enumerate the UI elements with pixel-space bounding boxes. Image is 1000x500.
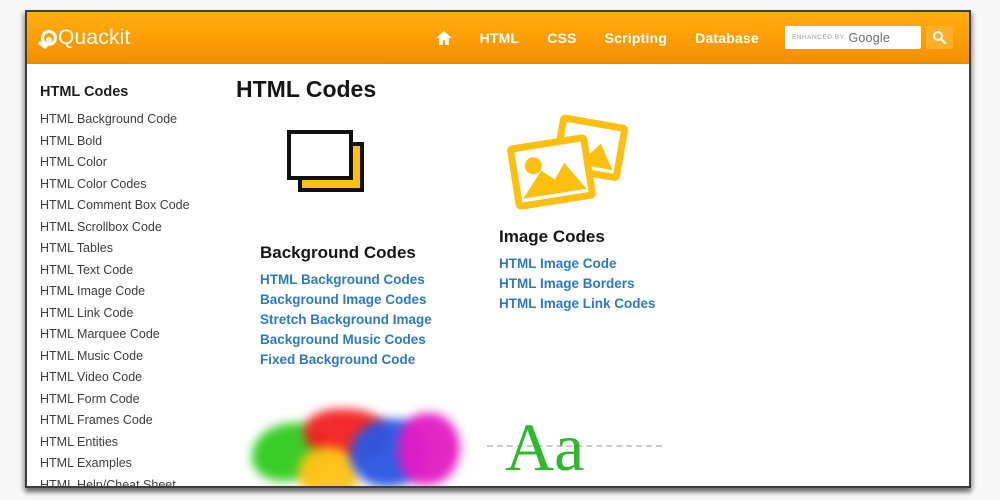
page-frame: Quackit HTML CSS Scripting Database ENHA… — [25, 10, 971, 488]
sidebar-item-tables[interactable]: HTML Tables — [40, 241, 113, 255]
nav-item-database[interactable]: Database — [695, 30, 759, 46]
home-nav-link[interactable] — [435, 30, 452, 45]
content-area: HTML Codes HTML Background Code HTML Bol… — [27, 64, 969, 487]
list-item: HTML Form Code — [40, 392, 236, 406]
list-item: HTML Marquee Code — [40, 327, 236, 341]
photo-frames-icon — [507, 114, 629, 210]
sidebar-item-frames-code[interactable]: HTML Frames Code — [40, 413, 153, 427]
site-search: ENHANCED BY Google — [785, 26, 953, 49]
image-codes-icon-area — [499, 113, 819, 217]
list-item: HTML Image Code — [40, 284, 236, 298]
text-sample-icon: Aa — [487, 409, 662, 486]
main-nav: HTML CSS Scripting Database — [435, 30, 759, 46]
main-content: HTML Codes Background Codes HTML Backgro… — [236, 64, 969, 486]
list-item: HTML Image Code — [499, 257, 819, 271]
sidebar-item-marquee-code[interactable]: HTML Marquee Code — [40, 327, 160, 341]
background-codes-icon-area — [260, 129, 499, 233]
list-item: HTML Entities — [40, 435, 236, 449]
list-item: HTML Music Code — [40, 349, 236, 363]
search-field-wrap: ENHANCED BY Google — [785, 26, 921, 49]
sidebar-item-comment-box[interactable]: HTML Comment Box Code — [40, 198, 190, 212]
sidebar-item-entities[interactable]: HTML Entities — [40, 435, 118, 449]
list-item: HTML Color — [40, 155, 236, 169]
sidebar-heading: HTML Codes — [40, 84, 129, 100]
background-links-list: HTML Background Codes Background Image C… — [260, 273, 499, 367]
nav-item-scripting[interactable]: Scripting — [605, 30, 667, 46]
aa-sample-text: Aa — [505, 409, 585, 485]
sidebar-item-color[interactable]: HTML Color — [40, 155, 107, 169]
list-item: HTML Tables — [40, 241, 236, 255]
link-html-image-borders[interactable]: HTML Image Borders — [499, 276, 635, 291]
magnifier-q-icon — [41, 29, 57, 46]
sidebar-item-bold[interactable]: HTML Bold — [40, 134, 102, 148]
search-button[interactable] — [926, 26, 953, 49]
list-item: Stretch Background Image — [260, 313, 499, 327]
image-links-list: HTML Image Code HTML Image Borders HTML … — [499, 257, 819, 311]
nav-item-css[interactable]: CSS — [547, 30, 576, 46]
link-html-background-codes[interactable]: HTML Background Codes — [260, 272, 425, 287]
sidebar-item-music-code[interactable]: HTML Music Code — [40, 349, 143, 363]
link-fixed-background-code[interactable]: Fixed Background Code — [260, 352, 415, 367]
sidebar-item-text-code[interactable]: HTML Text Code — [40, 263, 133, 277]
list-item: HTML Help/Cheat Sheet — [40, 478, 236, 486]
section-heading-background: Background Codes — [260, 243, 416, 262]
search-icon — [932, 30, 947, 45]
list-item: HTML Image Borders — [499, 277, 819, 291]
list-item: HTML Color Codes — [40, 177, 236, 191]
list-item: HTML Link Code — [40, 306, 236, 320]
sidebar-item-image-code[interactable]: HTML Image Code — [40, 284, 145, 298]
sections-grid: Background Codes HTML Background Codes B… — [252, 111, 969, 486]
sidebar-item-scrollbox[interactable]: HTML Scrollbox Code — [40, 220, 162, 234]
link-background-music-codes[interactable]: Background Music Codes — [260, 332, 426, 347]
list-item: HTML Comment Box Code — [40, 198, 236, 212]
section-background-codes: Background Codes HTML Background Codes B… — [260, 111, 499, 373]
sidebar-item-background-code[interactable]: HTML Background Code — [40, 112, 177, 126]
link-html-image-link-codes[interactable]: HTML Image Link Codes — [499, 296, 656, 311]
top-navbar: Quackit HTML CSS Scripting Database ENHA… — [27, 12, 969, 64]
search-input[interactable] — [785, 26, 921, 49]
splat-magenta — [398, 413, 460, 485]
section-image-codes: Image Codes HTML Image Code HTML Image B… — [499, 111, 819, 373]
list-item: HTML Text Code — [40, 263, 236, 277]
list-item: HTML Frames Code — [40, 413, 236, 427]
overlapping-rectangles-icon — [287, 130, 364, 192]
sidebar-item-link-code[interactable]: HTML Link Code — [40, 306, 133, 320]
page-title: HTML Codes — [236, 76, 377, 102]
quackit-logo[interactable]: Quackit — [41, 26, 131, 50]
list-item: Background Image Codes — [260, 293, 499, 307]
list-item: Fixed Background Code — [260, 353, 499, 367]
list-item: HTML Bold — [40, 134, 236, 148]
home-icon — [435, 30, 452, 45]
sidebar-item-examples[interactable]: HTML Examples — [40, 456, 132, 470]
logo-text: Quackit — [58, 25, 131, 49]
sidebar-item-video-code[interactable]: HTML Video Code — [40, 370, 142, 384]
sidebar-item-help-cheat-sheet[interactable]: HTML Help/Cheat Sheet — [40, 478, 176, 486]
splat-yellow — [298, 447, 358, 486]
section-heading-image: Image Codes — [499, 227, 605, 246]
list-item: HTML Examples — [40, 456, 236, 470]
list-item: HTML Image Link Codes — [499, 297, 819, 311]
link-html-image-code[interactable]: HTML Image Code — [499, 256, 617, 271]
sidebar-item-form-code[interactable]: HTML Form Code — [40, 392, 140, 406]
sidebar: HTML Codes HTML Background Code HTML Bol… — [27, 64, 236, 487]
link-stretch-background-image[interactable]: Stretch Background Image — [260, 312, 432, 327]
sidebar-list: HTML Background Code HTML Bold HTML Colo… — [40, 112, 236, 487]
list-item: HTML Background Codes — [260, 273, 499, 287]
list-item: HTML Video Code — [40, 370, 236, 384]
list-item: Background Music Codes — [260, 333, 499, 347]
sidebar-item-color-codes[interactable]: HTML Color Codes — [40, 177, 147, 191]
list-item: HTML Scrollbox Code — [40, 220, 236, 234]
paint-splat-icon — [250, 409, 499, 486]
list-item: HTML Background Code — [40, 112, 236, 126]
nav-item-html[interactable]: HTML — [480, 30, 520, 46]
link-background-image-codes[interactable]: Background Image Codes — [260, 292, 427, 307]
